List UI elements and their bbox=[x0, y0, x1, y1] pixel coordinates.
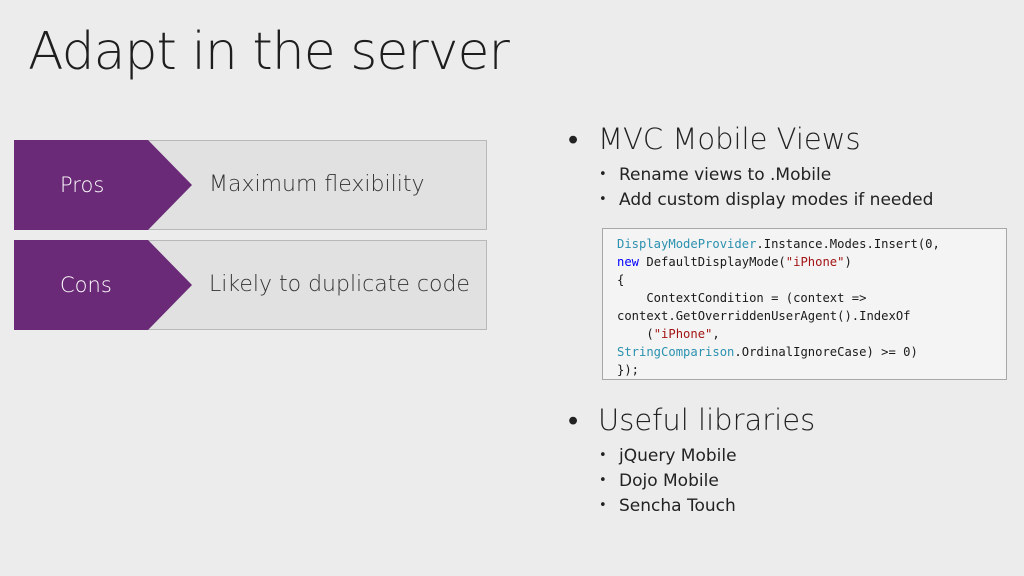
code-token: DefaultDisplayMode( bbox=[639, 255, 786, 269]
code-token: context.GetOverriddenUserAgent().IndexOf bbox=[617, 309, 911, 323]
mvc-item-text: Rename views to .Mobile bbox=[619, 165, 832, 185]
libraries-heading: • Useful libraries bbox=[568, 403, 815, 438]
bullet-icon: • bbox=[568, 122, 579, 156]
library-item-text: Dojo Mobile bbox=[619, 471, 719, 491]
code-token: , bbox=[712, 327, 720, 341]
cons-text: Likely to duplicate code bbox=[209, 272, 470, 297]
pros-label: Pros bbox=[60, 173, 105, 197]
bullet-icon: • bbox=[599, 192, 607, 207]
code-token: ( bbox=[617, 327, 654, 341]
code-line: ("iPhone", bbox=[617, 325, 1006, 343]
cons-label: Cons bbox=[60, 273, 112, 297]
slide-title: Adapt in the server bbox=[28, 22, 510, 82]
code-token: }); bbox=[617, 363, 640, 377]
library-item: • Sencha Touch bbox=[599, 496, 736, 516]
bullet-icon: • bbox=[599, 448, 607, 463]
code-token: .OrdinalIgnoreCase) >= 0) bbox=[734, 345, 918, 359]
code-token: .Instance.Modes.Insert(0, bbox=[756, 237, 940, 251]
bullet-icon: • bbox=[599, 167, 607, 182]
library-item: • jQuery Mobile bbox=[599, 446, 737, 466]
code-line: new DefaultDisplayMode("iPhone") bbox=[617, 253, 1006, 271]
code-line: { bbox=[617, 271, 1006, 289]
mvc-item: • Add custom display modes if needed bbox=[599, 190, 933, 210]
library-item-text: Sencha Touch bbox=[619, 496, 736, 516]
code-token: "iPhone" bbox=[785, 255, 845, 269]
code-token: StringComparison bbox=[617, 345, 735, 359]
code-token: ContextCondition = (context => bbox=[617, 291, 867, 305]
bullet-icon: • bbox=[599, 473, 607, 488]
code-token: { bbox=[617, 273, 625, 287]
code-token: new bbox=[617, 255, 640, 269]
pros-row: Pros Maximum flexibility bbox=[14, 140, 487, 230]
mvc-heading-text: MVC Mobile Views bbox=[598, 122, 861, 156]
code-line: ContextCondition = (context => bbox=[617, 289, 1006, 307]
code-snippet: DisplayModeProvider.Instance.Modes.Inser… bbox=[602, 228, 1007, 380]
bullet-icon: • bbox=[599, 498, 607, 513]
code-token: ) bbox=[844, 255, 852, 269]
mvc-item: • Rename views to .Mobile bbox=[599, 165, 831, 185]
code-line: DisplayModeProvider.Instance.Modes.Inser… bbox=[617, 235, 1006, 253]
library-item: • Dojo Mobile bbox=[599, 471, 719, 491]
mvc-item-text: Add custom display modes if needed bbox=[619, 190, 934, 210]
code-line: context.GetOverriddenUserAgent().IndexOf bbox=[617, 307, 1006, 325]
pros-text: Maximum flexibility bbox=[209, 172, 425, 197]
libraries-heading-text: Useful libraries bbox=[598, 403, 816, 437]
library-item-text: jQuery Mobile bbox=[619, 446, 737, 466]
bullet-icon: • bbox=[568, 403, 579, 437]
code-token: "iPhone" bbox=[653, 327, 713, 341]
mvc-heading: • MVC Mobile Views bbox=[568, 122, 861, 157]
code-line: StringComparison.OrdinalIgnoreCase) >= 0… bbox=[617, 343, 1006, 361]
code-line: }); bbox=[617, 361, 1006, 379]
cons-row: Cons Likely to duplicate code bbox=[14, 240, 487, 330]
code-token: DisplayModeProvider bbox=[617, 237, 757, 251]
